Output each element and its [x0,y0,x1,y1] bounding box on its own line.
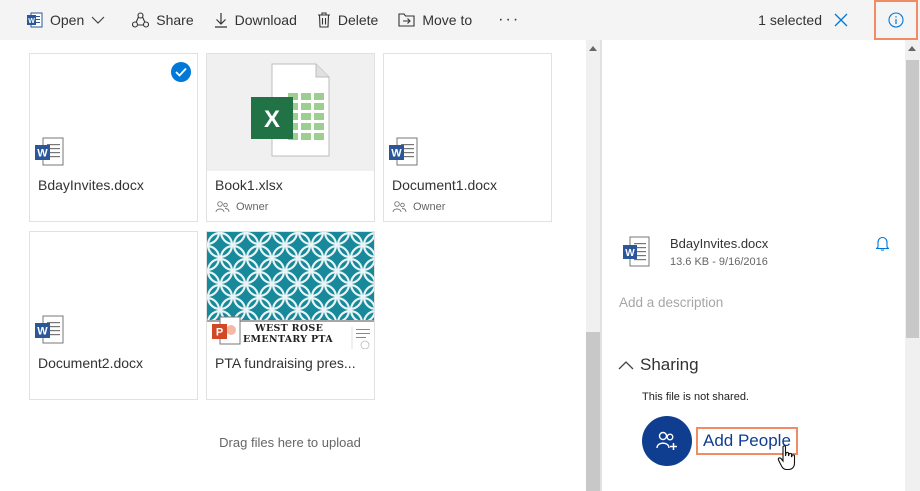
bell-icon[interactable] [876,236,889,251]
scroll-up-arrow-icon[interactable] [589,45,597,51]
word-doc-icon: W [35,137,64,166]
file-tile-bdayinvites[interactable]: W BdayInvites.docx [29,53,198,222]
svg-text:W: W [37,326,48,338]
more-icon: ··· [498,11,521,28]
add-person-icon [656,431,677,450]
word-doc-icon: W [623,236,650,267]
scrollbar-thumb[interactable] [586,332,600,491]
add-people-button[interactable] [642,416,692,466]
people-icon [215,201,230,213]
chevron-down-icon [91,16,105,24]
selected-count: 1 selected [758,12,822,28]
details-pane: W BdayInvites.docx 13.6 KB - 9/16/2016 A… [602,40,905,491]
download-button[interactable]: Download [204,0,307,40]
svg-text:W: W [625,248,635,259]
selected-check-icon[interactable] [171,62,191,82]
file-thumbnail: W [30,232,197,349]
file-owner: Owner [392,201,445,213]
chevron-up-icon [618,361,634,370]
file-thumbnail: W [384,54,551,171]
sharing-section-toggle[interactable]: Sharing [618,355,699,375]
word-doc-icon: W [389,137,418,166]
command-bar: W Open Share Download Delete Move to ··· [0,0,920,40]
details-scrollbar[interactable] [905,40,920,491]
file-tile-document1[interactable]: W Document1.docx Owner [383,53,552,222]
sharing-title: Sharing [640,355,699,374]
excel-icon: X [251,63,330,157]
scrollbar-thumb[interactable] [906,60,919,338]
details-file-info: W BdayInvites.docx 13.6 KB - 9/16/2016 [622,236,768,268]
share-button[interactable]: Share [122,0,203,40]
file-name: Document2.docx [38,355,144,371]
file-name: Document1.docx [392,177,498,193]
word-doc-icon: W [35,315,64,344]
move-to-icon [398,13,415,27]
svg-text:X: X [264,106,280,133]
details-file-size-date: 13.6 KB - 9/16/2016 [670,256,768,268]
details-file-name: BdayInvites.docx [670,236,769,251]
word-icon: W [27,12,43,28]
thumbnail-title-line2: EMENTARY PTA [243,334,333,345]
share-label: Share [156,12,194,28]
more-button[interactable]: ··· [482,0,536,40]
details-meta: BdayInvites.docx 13.6 KB - 9/16/2016 [670,236,768,268]
add-people-row: Add People [642,416,798,466]
upload-hint: Drag files here to upload [219,435,361,450]
open-button[interactable]: W Open [0,0,122,40]
thumbnail-title-line1: WEST ROSE [255,323,324,334]
trash-icon [317,12,330,28]
delete-button[interactable]: Delete [307,0,388,40]
file-tile-book1[interactable]: X Book1.xlsx Owner [206,53,375,222]
hand-cursor-icon [777,445,796,471]
not-shared-text: This file is not shared. [642,391,749,403]
file-grid: W BdayInvites.docx X Book1.xlsx Owner W … [0,40,586,491]
download-icon [214,13,227,28]
scroll-up-arrow-icon[interactable] [908,45,916,51]
file-tile-pta-fundraising[interactable]: P WEST ROSE EMENTARY PTA PTA fundraising… [206,231,375,400]
delete-label: Delete [337,12,379,28]
clear-selection-button[interactable] [830,9,852,31]
owner-label: Owner [413,201,446,213]
svg-text:P: P [216,327,223,339]
open-label: Open [50,12,85,28]
file-thumbnail: P WEST ROSE EMENTARY PTA [207,232,374,349]
download-label: Download [234,12,297,28]
description-input[interactable]: Add a description [619,295,889,310]
file-name: Book1.xlsx [215,177,283,193]
close-icon [834,13,848,27]
info-pane-button[interactable] [874,0,918,40]
file-owner: Owner [215,201,268,213]
info-icon [888,12,904,28]
file-name: PTA fundraising pres... [215,355,356,371]
svg-text:W: W [37,148,48,160]
move-to-label: Move to [422,12,473,28]
file-tile-document2[interactable]: W Document2.docx [29,231,198,400]
owner-label: Owner [236,201,269,213]
file-name: BdayInvites.docx [38,177,144,193]
files-scrollbar[interactable] [586,40,600,491]
move-to-button[interactable]: Move to [388,0,482,40]
share-icon [132,12,150,28]
people-icon [392,201,407,213]
powerpoint-icon: P [212,316,241,345]
svg-text:W: W [28,18,35,25]
selection-area: 1 selected [758,0,920,40]
svg-text:W: W [391,148,402,160]
file-thumbnail: X [207,54,374,171]
